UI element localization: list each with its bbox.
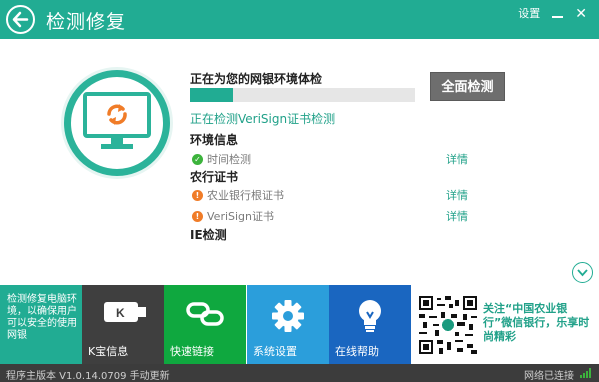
detail-link-time[interactable]: 详情 — [446, 151, 468, 167]
warning-icon: ! — [192, 210, 203, 222]
qr-code-icon — [419, 296, 477, 354]
signal-icon — [580, 368, 591, 378]
tile-label: 系统设置 — [253, 345, 297, 358]
check-item-label: VeriSign证书 — [207, 210, 275, 223]
section-cert-title: 农行证书 — [190, 170, 239, 184]
section-env-title: 环境信息 — [190, 133, 239, 147]
svg-text:K: K — [116, 306, 125, 320]
qr-promo-text: 关注“中国农业银行”微信银行，乐享时尚精彩 — [483, 302, 590, 343]
tile-label: 快速链接 — [170, 345, 214, 358]
gear-icon — [272, 300, 304, 332]
chevron-down-icon — [577, 269, 588, 277]
tile-label: K宝信息 — [88, 345, 129, 358]
monitor-graphic — [64, 70, 170, 176]
lightbulb-icon — [359, 300, 381, 332]
bottom-bar: 检测修复电脑环境，以确保用户可以安全的使用网银 K K宝信息 快速链接 系统设置… — [0, 285, 599, 364]
expand-button[interactable] — [572, 262, 593, 283]
title-bar: 检测修复 设置 ✕ — [0, 0, 599, 39]
check-item-verisign: ! VeriSign证书 — [192, 208, 274, 224]
network-status: 网络已连接 — [524, 371, 574, 382]
tile-label: 在线帮助 — [335, 345, 379, 358]
scan-progress-fill — [190, 88, 233, 102]
check-item-root-cert: ! 农业银行根证书 — [192, 187, 284, 203]
tile-quick-link[interactable]: 快速链接 — [164, 285, 246, 364]
kbao-icon: K — [104, 302, 146, 322]
tip-text: 检测修复电脑环境，以确保用户可以安全的使用网银 — [0, 285, 82, 364]
detail-link-verisign[interactable]: 详情 — [446, 208, 468, 224]
qr-promo: 关注“中国农业银行”微信银行，乐享时尚精彩 — [411, 285, 599, 364]
check-item-label: 农业银行根证书 — [207, 189, 284, 202]
back-button[interactable] — [6, 5, 35, 34]
scan-status: 正在检测VeriSign证书检测 — [190, 112, 336, 126]
detail-link-root-cert[interactable]: 详情 — [446, 187, 468, 203]
full-scan-button[interactable]: 全面检测 — [430, 72, 505, 101]
close-button[interactable]: ✕ — [575, 6, 587, 22]
check-item-time: ✓ 时间检测 — [192, 151, 251, 167]
ok-check-icon: ✓ — [192, 153, 203, 165]
monitor-icon — [83, 92, 151, 149]
page-title: 检测修复 — [46, 11, 127, 33]
link-icon — [186, 302, 224, 326]
scan-title: 正在为您的网银环境体检 — [190, 72, 323, 86]
minimize-button[interactable] — [552, 16, 564, 18]
status-bar: 程序主版本 V1.0.14.0709 手动更新 网络已连接 — [0, 364, 599, 382]
back-arrow-icon — [12, 11, 29, 28]
tile-kbao-info[interactable]: K K宝信息 — [82, 285, 164, 364]
scan-progress-bar — [190, 88, 415, 102]
warning-icon: ! — [192, 189, 203, 201]
settings-label[interactable]: 设置 — [518, 6, 540, 22]
section-ie-title: IE检测 — [190, 228, 227, 242]
tile-online-help[interactable]: 在线帮助 — [329, 285, 411, 364]
version-text: 程序主版本 V1.0.14.0709 手动更新 — [6, 371, 170, 382]
check-item-label: 时间检测 — [207, 153, 251, 166]
tile-system-settings[interactable]: 系统设置 — [247, 285, 329, 364]
